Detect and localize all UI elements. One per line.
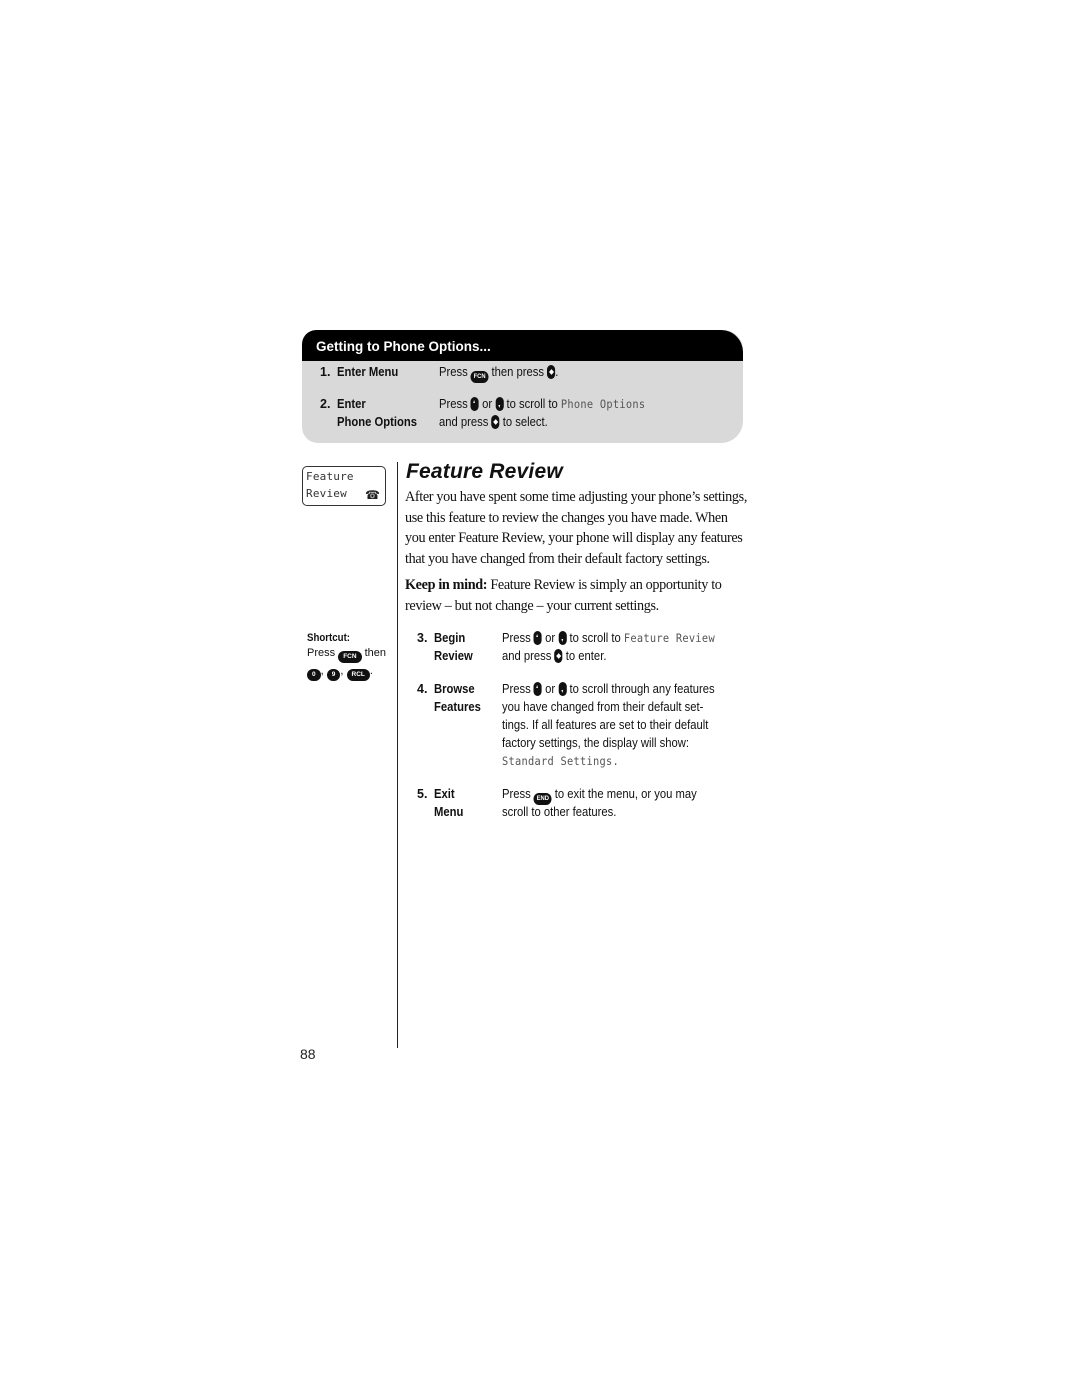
phone-icon: ☎ — [365, 488, 380, 502]
keep-in-mind-paragraph: Keep in mind: Feature Review is simply a… — [405, 577, 722, 614]
display-line-2: Review — [306, 487, 347, 500]
step-description-line2: you have changed from their default set- — [502, 700, 704, 714]
key-9-icon: 9 — [326, 669, 341, 681]
step-label: Begin — [434, 631, 466, 645]
step-description: Press or to scroll to Phone Options — [439, 397, 646, 411]
options-step-2: 2. Enter Phone Options Press or to scrol… — [320, 395, 740, 431]
step-label: Enter — [337, 397, 366, 411]
step-label-line2: Review — [434, 649, 473, 663]
step-number: 4. — [417, 682, 428, 696]
step-number: 5. — [417, 787, 428, 801]
options-box-title: Getting to Phone Options... — [302, 330, 743, 361]
step-description-line2: and press to enter. — [502, 649, 607, 663]
display-line-1: Feature — [306, 470, 354, 483]
step-number: 1. — [320, 365, 331, 379]
keep-in-mind-label: Keep in mind: — [405, 577, 488, 593]
step-description-line5: Standard Settings. — [502, 754, 620, 768]
step-description: Press FCN then press . — [439, 363, 558, 383]
shortcut-title: Shortcut: — [307, 632, 351, 644]
lcd-text: Feature Review — [623, 631, 715, 645]
rcl-key-icon: RCL — [346, 669, 370, 681]
lcd-text: Standard Settings — [502, 754, 613, 768]
shortcut-note: Shortcut: Press FCN then 0, 9, RCL. — [307, 631, 386, 681]
fcn-key-icon: FCN — [338, 651, 362, 663]
lcd-text: Phone Options — [560, 397, 646, 411]
step-description: Press END to exit the menu, or you may — [502, 785, 697, 805]
key-0-icon: 0 — [307, 669, 321, 681]
select-key-icon — [491, 415, 500, 429]
options-step-1: 1. Enter Menu Press FCN then press . — [320, 363, 740, 383]
section-title: Feature Review — [406, 460, 563, 483]
select-key-icon — [554, 649, 563, 663]
phone-display-preview: Feature Review ☎ — [302, 466, 386, 506]
page-number: 88 — [300, 1046, 316, 1062]
step-description-line3: tings. If all features are set to their … — [502, 718, 709, 732]
step-description-line2: scroll to other features. — [502, 805, 617, 819]
select-key-icon — [547, 365, 556, 379]
step-description: Press or to scroll through any features — [502, 682, 715, 696]
getting-to-phone-options-box: Getting to Phone Options... 1. Enter Men… — [302, 330, 743, 443]
step-label: Browse — [434, 682, 475, 696]
step-description-line2: and press to select. — [439, 415, 548, 429]
step-number: 3. — [417, 631, 428, 645]
scroll-down-key-icon — [495, 397, 504, 411]
step-label-line2: Features — [434, 700, 481, 714]
scroll-up-key-icon — [533, 682, 542, 696]
step-label: Exit — [434, 787, 455, 801]
step-label-line2: Menu — [434, 805, 464, 819]
step-number: 2. — [320, 397, 331, 411]
fcn-key-icon: FCN — [470, 371, 489, 383]
scroll-down-key-icon — [558, 631, 567, 645]
scroll-up-key-icon — [470, 397, 479, 411]
step-4-browse-features: 4. Browse Features Press or to scroll th… — [417, 680, 747, 772]
step-description-line4: factory settings, the display will show: — [502, 736, 689, 750]
step-description: Press or to scroll to Feature Review — [502, 631, 715, 645]
scroll-up-key-icon — [533, 631, 542, 645]
step-5-exit-menu: 5. Exit Menu Press END to exit the menu,… — [417, 785, 747, 821]
column-divider — [397, 462, 398, 1048]
scroll-down-key-icon — [558, 682, 567, 696]
step-label: Enter Menu — [337, 365, 399, 379]
step-3-begin-review: 3. Begin Review Press or to scroll to Fe… — [417, 629, 747, 665]
step-label-line2: Phone Options — [337, 415, 418, 429]
intro-paragraph: After you have spent some time adjusting… — [405, 489, 748, 567]
